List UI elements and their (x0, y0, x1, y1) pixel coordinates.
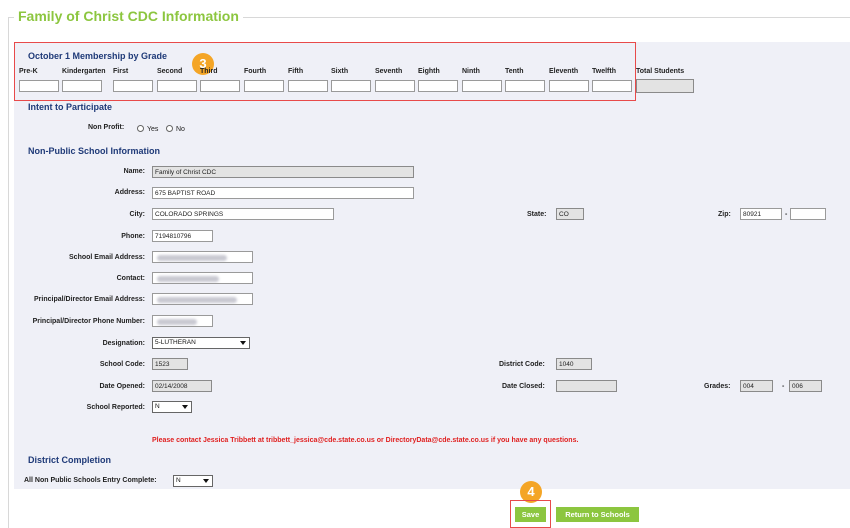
intent-heading: Intent to Participate (28, 102, 113, 112)
page-title: Family of Christ CDC Information (14, 8, 243, 24)
grade-label-sixth: Sixth (331, 68, 349, 75)
total-students-field (636, 79, 694, 93)
grade-label-third: Third (200, 68, 218, 75)
grade-input-fifth[interactable] (288, 80, 328, 92)
grade-label-ninth: Ninth (462, 68, 480, 75)
address-field[interactable]: 675 BAPTIST ROAD (152, 187, 414, 199)
membership-heading: October 1 Membership by Grade (28, 51, 168, 61)
grade-label-tenth: Tenth (505, 68, 524, 75)
address-label: Address: (114, 189, 145, 196)
total-students-label: Total Students (636, 68, 685, 75)
city-field[interactable]: COLORADO SPRINGS (152, 208, 334, 220)
return-to-schools-button[interactable]: Return to Schools (556, 507, 639, 522)
yes-label: Yes (147, 126, 159, 133)
entry-complete-select[interactable]: N (173, 475, 213, 487)
entry-complete-value: N (176, 477, 181, 484)
grade-label-eleventh: Eleventh (549, 68, 579, 75)
state-label: State: (527, 211, 547, 218)
grade-label-eighth: Eighth (418, 68, 440, 75)
grade-label-pre-k: Pre-K (19, 68, 38, 75)
school-info-heading: Non-Public School Information (28, 146, 160, 156)
phone-label: Phone: (121, 233, 145, 240)
contact-note: Please contact Jessica Tribbett at tribb… (152, 437, 579, 444)
district-code-field[interactable]: 1040 (556, 358, 592, 370)
grades-label: Grades: (704, 383, 731, 390)
district-code-label: District Code: (499, 361, 545, 368)
school-reported-value: N (155, 403, 160, 410)
principal-phone-label: Principal/Director Phone Number: (32, 318, 145, 325)
school-email-label: School Email Address: (69, 254, 145, 261)
principal-email-label: Principal/Director Email Address: (34, 296, 145, 303)
grade-from-field[interactable]: 004 (740, 380, 773, 392)
grade-label-twelfth: Twelfth (592, 68, 616, 75)
zip-label: Zip: (718, 211, 731, 218)
school-reported-select[interactable]: N (152, 401, 192, 413)
chevron-down-icon (203, 479, 209, 483)
no-label: No (176, 126, 185, 133)
grade-input-eighth[interactable] (418, 80, 458, 92)
grade-input-tenth[interactable] (505, 80, 545, 92)
school-code-label: School Code: (99, 361, 145, 368)
zip-separator: - (785, 211, 788, 218)
school-code-field[interactable]: 1523 (152, 358, 188, 370)
designation-select[interactable]: 5-LUTHERAN (152, 337, 250, 349)
principal-phone-field[interactable] (152, 315, 213, 327)
grade-input-seventh[interactable] (375, 80, 415, 92)
date-opened-field[interactable]: 02/14/2008 (152, 380, 212, 392)
grade-input-third[interactable] (200, 80, 240, 92)
save-button[interactable]: Save (515, 507, 546, 522)
contact-label: Contact: (116, 275, 145, 282)
name-label: Name: (123, 168, 145, 175)
chevron-down-icon (182, 405, 188, 409)
grade-input-twelfth[interactable] (592, 80, 632, 92)
grade-input-kindergarten[interactable] (62, 80, 102, 92)
state-field[interactable]: CO (556, 208, 584, 220)
contact-field[interactable] (152, 272, 253, 284)
grade-to-field[interactable]: 006 (789, 380, 822, 392)
zip-field[interactable]: 80921 (740, 208, 782, 220)
grade-label-first: First (113, 68, 129, 75)
form-panel (14, 42, 850, 489)
nonprofit-no-radio[interactable] (166, 125, 173, 132)
nonprofit-yes-radio[interactable] (137, 125, 144, 132)
grade-input-second[interactable] (157, 80, 197, 92)
school-email-field[interactable] (152, 251, 253, 263)
district-completion-heading: District Completion (28, 455, 112, 465)
entry-complete-label: All Non Public Schools Entry Complete: (24, 477, 157, 484)
grade-input-sixth[interactable] (331, 80, 371, 92)
principal-email-field[interactable] (152, 293, 253, 305)
grade-input-eleventh[interactable] (549, 80, 589, 92)
date-closed-label: Date Closed: (502, 383, 545, 390)
grade-label-second: Second (157, 68, 183, 75)
grade-separator: - (782, 383, 785, 390)
designation-label: Designation: (102, 340, 145, 347)
city-label: City: (129, 211, 145, 218)
grade-label-fourth: Fourth (244, 68, 267, 75)
grade-input-fourth[interactable] (244, 80, 284, 92)
chevron-down-icon (240, 341, 246, 345)
grade-label-kindergarten: Kindergarten (62, 68, 106, 75)
grade-input-pre-k[interactable] (19, 80, 59, 92)
grade-label-fifth: Fifth (288, 68, 304, 75)
grade-label-seventh: Seventh (375, 68, 403, 75)
school-reported-label: School Reported: (86, 404, 145, 411)
name-field[interactable]: Family of Christ CDC (152, 166, 414, 178)
date-opened-label: Date Opened: (99, 383, 145, 390)
nonprofit-label: Non Profit: (88, 124, 125, 131)
grade-input-ninth[interactable] (462, 80, 502, 92)
designation-value: 5-LUTHERAN (155, 339, 196, 346)
grade-input-first[interactable] (113, 80, 153, 92)
phone-field[interactable]: 7194810796 (152, 230, 213, 242)
zip-ext-field[interactable] (790, 208, 826, 220)
date-closed-field[interactable] (556, 380, 617, 392)
